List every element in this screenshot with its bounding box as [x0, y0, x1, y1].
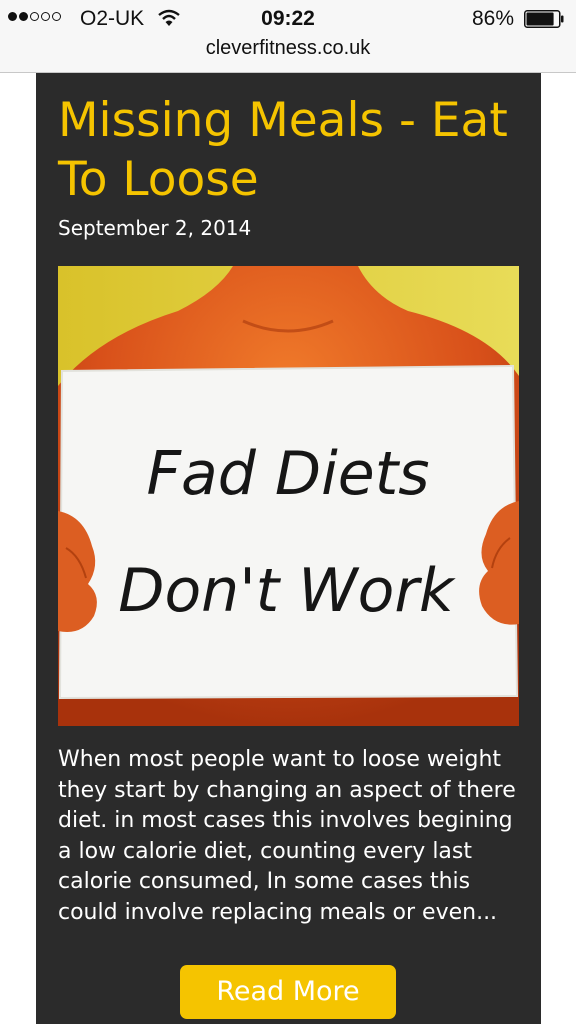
post-excerpt: When most people want to loose weight th…: [58, 747, 516, 925]
sign-text-line1: Fad Diets: [146, 439, 429, 509]
post-featured-image[interactable]: Fad Diets Don't Work: [58, 266, 519, 726]
article-card: Missing Meals - Eat To Loose September 2…: [36, 73, 541, 1024]
battery-percentage: 86%: [471, 7, 514, 30]
post-date: September 2, 2014: [58, 216, 252, 240]
battery-icon: [524, 10, 564, 28]
browser-address-bar[interactable]: cleverfitness.co.uk: [0, 36, 576, 73]
sign-text-line2: Don't Work: [118, 556, 456, 626]
read-more-button[interactable]: Read More: [180, 965, 396, 1019]
status-bar: O2-UK 09:22 86%: [0, 0, 576, 36]
url-text[interactable]: cleverfitness.co.uk: [206, 37, 371, 59]
post-title[interactable]: Missing Meals - Eat To Loose: [58, 91, 528, 209]
fad-diets-sign-image: Fad Diets Don't Work: [58, 266, 519, 726]
